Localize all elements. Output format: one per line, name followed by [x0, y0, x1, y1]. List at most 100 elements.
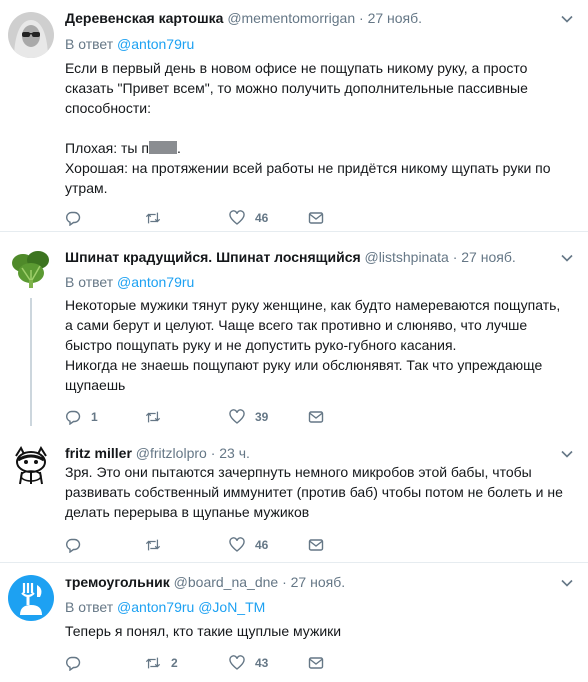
heart-icon — [229, 655, 245, 670]
text-line: способности: — [65, 100, 151, 116]
reply-button[interactable] — [65, 536, 91, 554]
retweet-icon — [145, 411, 161, 423]
reply-prefix: В ответ — [65, 274, 114, 290]
like-count: 43 — [255, 656, 269, 670]
retweet-button[interactable] — [145, 536, 171, 554]
reply-icon — [66, 656, 81, 671]
reply-prefix: В ответ — [65, 36, 114, 52]
tweet-header: Шпинат крадущийся. Шпинат лоснящийся @li… — [65, 248, 516, 266]
tweet-date[interactable]: 27 нояб. — [368, 10, 422, 26]
chevron-down-icon[interactable] — [560, 12, 574, 26]
display-name[interactable]: Шпинат крадущийся. Шпинат лоснящийся — [65, 249, 361, 265]
separator-dot: · — [210, 445, 216, 461]
reply-icon — [66, 211, 81, 226]
avatar[interactable] — [8, 246, 54, 292]
text-line: делать перерыва в щупанье мужиков — [65, 504, 310, 520]
envelope-icon — [308, 411, 324, 423]
separator-dot: · — [359, 10, 364, 26]
text-line: Теперь я понял, кто такие щуплые мужики — [65, 623, 342, 639]
text-line: быстро пощупать руку и не допустить руко… — [65, 337, 457, 353]
chevron-down-icon[interactable] — [560, 576, 574, 590]
text-line: развивать собственный иммунитет (против … — [65, 484, 563, 500]
retweet-button[interactable] — [145, 408, 171, 426]
reply-mention[interactable]: @JoN_TM — [198, 599, 265, 615]
like-count: 39 — [255, 410, 269, 424]
user-handle[interactable]: @listshpinata — [365, 249, 449, 265]
reply-context: В ответ @anton79ru — [65, 273, 194, 291]
reply-count: 1 — [91, 410, 98, 424]
user-handle[interactable]: @board_na_dne — [174, 574, 279, 590]
tweet-2[interactable]: Шпинат крадущийся. Шпинат лоснящийся @li… — [0, 232, 588, 433]
message-button[interactable] — [308, 536, 324, 554]
reply-prefix: В ответ — [65, 599, 114, 615]
tweet-header: тремоугольник @board_na_dne · 27 нояб. — [65, 573, 345, 591]
tweet-actions: 1 39 — [65, 408, 345, 426]
tweet-actions: 2 43 — [65, 654, 345, 672]
message-button[interactable] — [308, 654, 324, 672]
text-line: Если в первый день в новом офисе не пощу… — [65, 60, 528, 76]
reply-icon — [66, 538, 81, 553]
redacted-block — [148, 141, 177, 154]
retweet-icon — [145, 539, 161, 551]
like-button[interactable]: 39 — [229, 408, 268, 426]
message-button[interactable] — [308, 408, 324, 426]
like-count: 46 — [255, 538, 269, 552]
reply-button[interactable] — [65, 209, 91, 227]
retweet-button[interactable] — [145, 209, 171, 227]
display-name[interactable]: Деревенская картошка — [65, 10, 223, 26]
separator-dot: · — [282, 574, 287, 590]
reply-mention[interactable]: @anton79ru — [117, 274, 194, 290]
reply-mention[interactable]: @anton79ru — [117, 36, 194, 52]
tweet-text: Теперь я понял, кто такие щуплые мужики — [65, 621, 565, 641]
tweet-text: Зря. Это они пытаются зачерпнуть немного… — [65, 462, 565, 522]
reply-button[interactable]: 1 — [65, 408, 98, 426]
tweet-text: Если в первый день в новом офисе не пощу… — [65, 58, 565, 198]
tweet-3[interactable]: fritz miller @fritzlolpro · 23 ч. Зря. Э… — [0, 434, 588, 562]
tweet-date[interactable]: 27 нояб. — [461, 249, 515, 265]
retweet-icon — [145, 212, 161, 224]
tweet-text: Некоторые мужики тянут руку женщине, как… — [65, 295, 565, 395]
text-line: а сами берут и целуют. Чаще всего так пр… — [65, 317, 528, 333]
like-button[interactable]: 46 — [229, 536, 268, 554]
reply-context: В ответ @anton79ru @JoN_TM — [65, 598, 265, 616]
envelope-icon — [308, 212, 324, 224]
message-button[interactable] — [308, 209, 324, 227]
reply-icon — [66, 410, 81, 425]
heart-icon — [229, 210, 245, 225]
retweet-icon — [145, 657, 161, 669]
retweet-button[interactable]: 2 — [145, 654, 178, 672]
display-name[interactable]: тремоугольник — [65, 574, 170, 590]
text-line: Некоторые мужики тянут руку женщине, как… — [65, 297, 561, 313]
tweet-1[interactable]: Деревенская картошка @mementomorrigan · … — [0, 0, 588, 231]
thread-line — [30, 298, 32, 426]
avatar[interactable] — [8, 575, 54, 621]
text-line: утрам. — [65, 180, 108, 196]
separator-dot: · — [452, 249, 458, 265]
like-button[interactable]: 46 — [229, 209, 268, 227]
retweet-count: 2 — [171, 656, 178, 670]
reply-button[interactable] — [65, 654, 91, 672]
like-count: 46 — [255, 211, 269, 225]
avatar[interactable] — [8, 12, 54, 58]
bad-text: Плохая: ты п — [65, 140, 149, 156]
heart-icon — [229, 537, 245, 552]
envelope-icon — [308, 539, 324, 551]
avatar[interactable] — [8, 442, 54, 488]
envelope-icon — [308, 657, 324, 669]
tweet-actions: 46 — [65, 536, 345, 554]
user-handle[interactable]: @mementomorrigan — [227, 10, 355, 26]
reply-mention[interactable]: @anton79ru — [117, 599, 194, 615]
text-line: Плохая: ты п. — [65, 138, 565, 158]
tweet-header: fritz miller @fritzlolpro · 23 ч. — [65, 444, 250, 462]
reply-context: В ответ @anton79ru — [65, 35, 194, 53]
tweet-date[interactable]: 23 ч. — [219, 445, 250, 461]
tweet-4[interactable]: тремоугольник @board_na_dne · 27 нояб. В… — [0, 563, 588, 682]
text-line: Никогда не знаешь пощупают руку или обсл… — [65, 357, 543, 373]
display-name[interactable]: fritz miller — [65, 445, 132, 461]
chevron-down-icon[interactable] — [560, 447, 574, 461]
tweet-header: Деревенская картошка @mementomorrigan · … — [65, 9, 422, 27]
user-handle[interactable]: @fritzlolpro — [136, 445, 207, 461]
chevron-down-icon[interactable] — [560, 251, 574, 265]
like-button[interactable]: 43 — [229, 654, 268, 672]
tweet-date[interactable]: 27 нояб. — [291, 574, 345, 590]
